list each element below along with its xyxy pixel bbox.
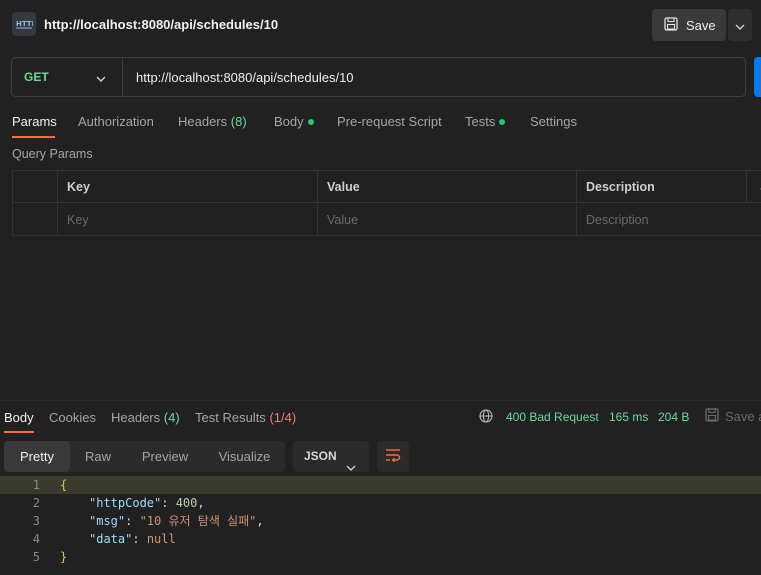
divider bbox=[122, 58, 123, 96]
tab-test-results[interactable]: Test Results (1/4) bbox=[195, 410, 296, 425]
request-title[interactable]: http://localhost:8080/api/schedules/10 bbox=[44, 17, 278, 32]
view-pretty-button[interactable]: Pretty bbox=[4, 441, 70, 472]
tab-response-headers[interactable]: Headers (4) bbox=[111, 410, 180, 425]
code-line: 2 "httpCode": 400, bbox=[0, 494, 761, 512]
code-text: "httpCode": 400, bbox=[89, 496, 205, 510]
query-params-label: Query Params bbox=[12, 147, 93, 161]
query-params-table: Key Value Description ·· Key Value Descr… bbox=[12, 170, 761, 236]
view-mode-group: Pretty Raw Preview Visualize bbox=[4, 441, 285, 472]
wrap-lines-icon bbox=[385, 448, 401, 465]
tab-label: Pre-request Script bbox=[337, 114, 442, 129]
tab-label: Params bbox=[12, 114, 57, 129]
globe-icon[interactable] bbox=[479, 409, 493, 426]
code-line: 5 } bbox=[0, 548, 761, 566]
tab-label: Tests bbox=[465, 114, 496, 129]
active-tab-indicator bbox=[12, 136, 55, 138]
save-icon bbox=[705, 408, 719, 425]
json-punct: , bbox=[197, 496, 205, 510]
json-punct: , bbox=[256, 514, 264, 528]
format-select[interactable]: JSON bbox=[293, 441, 369, 472]
tab-label: Headers bbox=[111, 410, 161, 425]
line-number: 5 bbox=[32, 550, 40, 564]
code-text: { bbox=[60, 478, 68, 492]
top-bar: HTTP http://localhost:8080/api/schedules… bbox=[0, 0, 761, 50]
tab-label: Body bbox=[4, 410, 34, 425]
request-tabs: Params Authorization Headers (8) Body Pr… bbox=[0, 110, 761, 140]
status-code[interactable]: 400 Bad Request bbox=[506, 410, 599, 424]
row-checkbox[interactable] bbox=[13, 204, 58, 236]
tab-headers[interactable]: Headers (8) bbox=[178, 114, 247, 129]
tab-settings[interactable]: Settings bbox=[530, 114, 577, 129]
tab-label: Cookies bbox=[49, 410, 96, 425]
active-tab-indicator bbox=[4, 431, 34, 433]
send-button[interactable] bbox=[754, 57, 761, 97]
json-key: "data" bbox=[89, 532, 133, 546]
tab-count: (4) bbox=[163, 410, 180, 425]
http-icon: HTTP bbox=[12, 12, 36, 36]
checkbox-column bbox=[13, 171, 58, 203]
column-header-description: Description bbox=[577, 171, 747, 203]
method-select[interactable]: GET bbox=[24, 70, 49, 84]
json-value: null bbox=[146, 532, 176, 546]
code-text: "data": null bbox=[89, 532, 176, 546]
tab-cookies[interactable]: Cookies bbox=[49, 410, 96, 425]
table-header-row: Key Value Description ·· bbox=[13, 171, 761, 203]
column-header-value: Value bbox=[318, 171, 577, 203]
wrap-lines-button[interactable] bbox=[377, 441, 409, 472]
tab-authorization[interactable]: Authorization bbox=[78, 114, 154, 129]
tab-tests[interactable]: Tests bbox=[465, 114, 506, 129]
status-dot bbox=[307, 118, 314, 125]
response-body-code[interactable]: 1 { 2 "httpCode": 400, 3 "msg": "10 유저 탐… bbox=[0, 476, 761, 566]
line-number: 1 bbox=[32, 478, 40, 492]
format-label: JSON bbox=[304, 449, 337, 463]
tab-count: (1/4) bbox=[269, 410, 297, 425]
url-bar: GET http://localhost:8080/api/schedules/… bbox=[11, 57, 746, 97]
url-input[interactable]: http://localhost:8080/api/schedules/10 bbox=[136, 70, 354, 85]
key-input[interactable]: Key bbox=[58, 204, 318, 236]
tab-body[interactable]: Body bbox=[274, 114, 314, 129]
column-header-key: Key bbox=[58, 171, 318, 203]
json-key: "msg" bbox=[89, 514, 126, 528]
save-icon bbox=[664, 16, 678, 34]
response-time[interactable]: 165 ms bbox=[609, 410, 648, 424]
tab-count: (8) bbox=[230, 114, 247, 129]
line-number: 4 bbox=[32, 532, 40, 546]
description-input[interactable]: Description bbox=[577, 204, 761, 236]
tab-pre-request-script[interactable]: Pre-request Script bbox=[337, 114, 442, 129]
json-value: "10 유저 탐색 실패" bbox=[139, 514, 257, 528]
code-line: 3 "msg": "10 유저 탐색 실패", bbox=[0, 512, 761, 530]
view-visualize-button[interactable]: Visualize bbox=[204, 441, 285, 472]
json-value: 400 bbox=[175, 496, 198, 510]
save-options-button[interactable] bbox=[728, 9, 752, 41]
view-raw-button[interactable]: Raw bbox=[70, 441, 126, 472]
value-input[interactable]: Value bbox=[318, 204, 577, 236]
tab-label: Body bbox=[274, 114, 304, 129]
code-line: 4 "data": null bbox=[0, 530, 761, 548]
response-size[interactable]: 204 B bbox=[658, 410, 689, 424]
tab-response-body[interactable]: Body bbox=[4, 410, 34, 425]
status-dot bbox=[499, 118, 506, 125]
view-preview-button[interactable]: Preview bbox=[128, 441, 202, 472]
save-response-button[interactable]: Save a bbox=[705, 408, 761, 425]
tab-label: Test Results bbox=[195, 410, 266, 425]
code-text: "msg": "10 유저 탐색 실패", bbox=[89, 514, 264, 528]
tab-label: Authorization bbox=[78, 114, 154, 129]
tab-label: Settings bbox=[530, 114, 577, 129]
code-text: } bbox=[60, 550, 68, 564]
save-response-label: Save a bbox=[725, 409, 761, 424]
json-key: "httpCode" bbox=[89, 496, 162, 510]
save-button[interactable]: Save bbox=[652, 9, 726, 41]
line-number: 3 bbox=[32, 514, 40, 528]
code-line: 1 { bbox=[0, 476, 761, 494]
chevron-down-icon[interactable] bbox=[96, 70, 106, 85]
table-row: Key Value Description bbox=[13, 204, 761, 236]
save-button-label: Save bbox=[686, 17, 716, 33]
chevron-down-icon bbox=[735, 18, 745, 33]
svg-text:HTTP: HTTP bbox=[16, 20, 33, 28]
line-number: 2 bbox=[32, 496, 40, 510]
tab-params[interactable]: Params bbox=[12, 114, 57, 129]
divider bbox=[0, 400, 761, 401]
tab-label: Headers bbox=[178, 114, 228, 129]
